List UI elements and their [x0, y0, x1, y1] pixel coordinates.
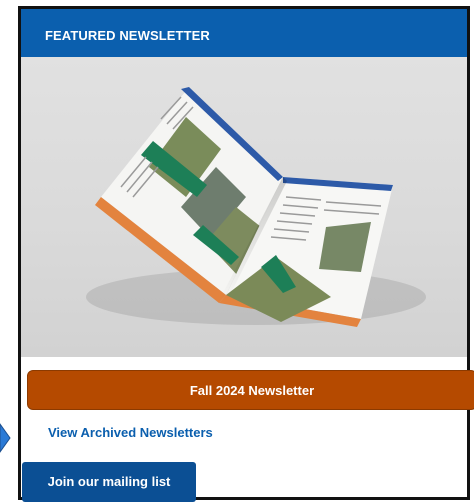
featured-newsletter-card: FEATURED NEWSLETTER Fall 2024 Newsletter… — [18, 6, 474, 500]
newsletter-cover-image[interactable] — [21, 57, 467, 357]
view-archived-newsletters-link[interactable]: View Archived Newsletters — [48, 425, 213, 440]
fall-2024-newsletter-button[interactable]: Fall 2024 Newsletter — [27, 370, 474, 410]
join-mailing-list-button[interactable]: Join our mailing list — [22, 462, 196, 502]
magazine-illustration — [86, 87, 426, 327]
arrow-pointer-icon — [0, 423, 11, 453]
card-title: FEATURED NEWSLETTER — [21, 9, 467, 57]
